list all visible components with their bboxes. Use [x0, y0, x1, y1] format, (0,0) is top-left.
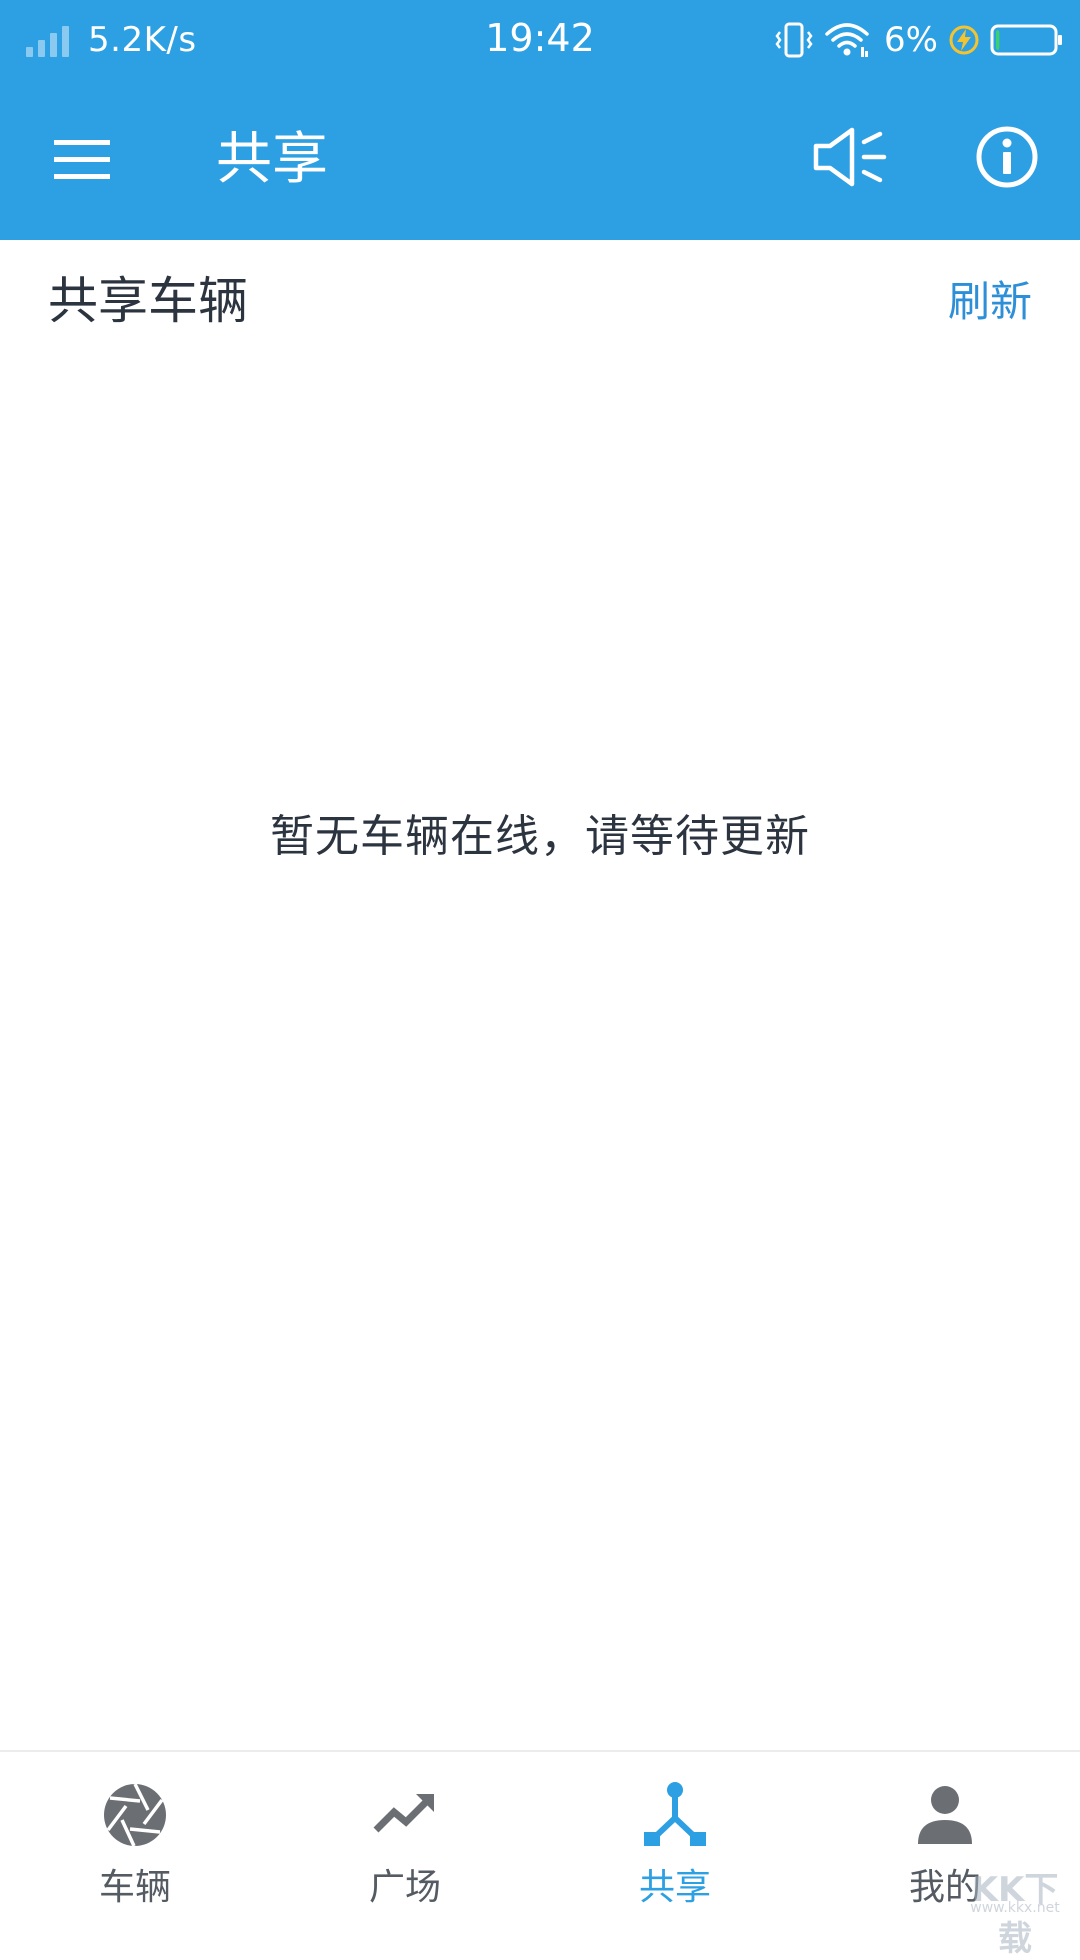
battery-percent: 6%: [884, 20, 938, 60]
trending-up-icon: [373, 1794, 434, 1833]
page-title: 共享: [216, 127, 328, 192]
speaker-icon: [813, 127, 887, 187]
aperture-icon: [104, 1783, 166, 1847]
battery-icon: [990, 24, 1062, 56]
section-title: 共享车辆: [48, 272, 248, 330]
person-icon: [918, 1786, 972, 1844]
bottom-nav: 车辆 广场 共享 我的: [0, 1750, 1080, 1922]
vibrate-icon: [775, 22, 813, 58]
nav-label: 广场: [368, 1867, 441, 1908]
refresh-button[interactable]: 刷新: [948, 274, 1032, 330]
wifi-icon: [825, 23, 869, 57]
status-bar: 5.2K/s 19:42 6%: [0, 0, 1080, 80]
watermark-url: www.kkx.net: [970, 1900, 1060, 1916]
nav-label: 共享: [638, 1867, 711, 1908]
charging-icon: [949, 25, 979, 55]
watermark-logo: KK下载 www.kkx.net: [960, 1858, 1070, 1959]
nav-item-square[interactable]: 广场: [270, 1752, 540, 1922]
section-header: 共享车辆 刷新: [0, 240, 1080, 364]
share-network-icon: [644, 1782, 706, 1846]
speaker-button[interactable]: [812, 122, 890, 192]
info-button[interactable]: [974, 124, 1040, 190]
top-bar: 5.2K/s 19:42 6% 共享: [0, 0, 1080, 240]
nav-label: 车辆: [98, 1867, 171, 1908]
empty-state-message: 暂无车辆在线，请等待更新: [270, 811, 810, 862]
hamburger-menu-icon: [54, 140, 110, 179]
app-bar: 共享: [0, 80, 1080, 240]
nav-item-share[interactable]: 共享: [540, 1752, 810, 1922]
info-icon: [976, 126, 1038, 188]
menu-button[interactable]: [52, 130, 112, 190]
nav-item-vehicles[interactable]: 车辆: [0, 1752, 270, 1922]
status-right: 6%: [774, 16, 1064, 64]
